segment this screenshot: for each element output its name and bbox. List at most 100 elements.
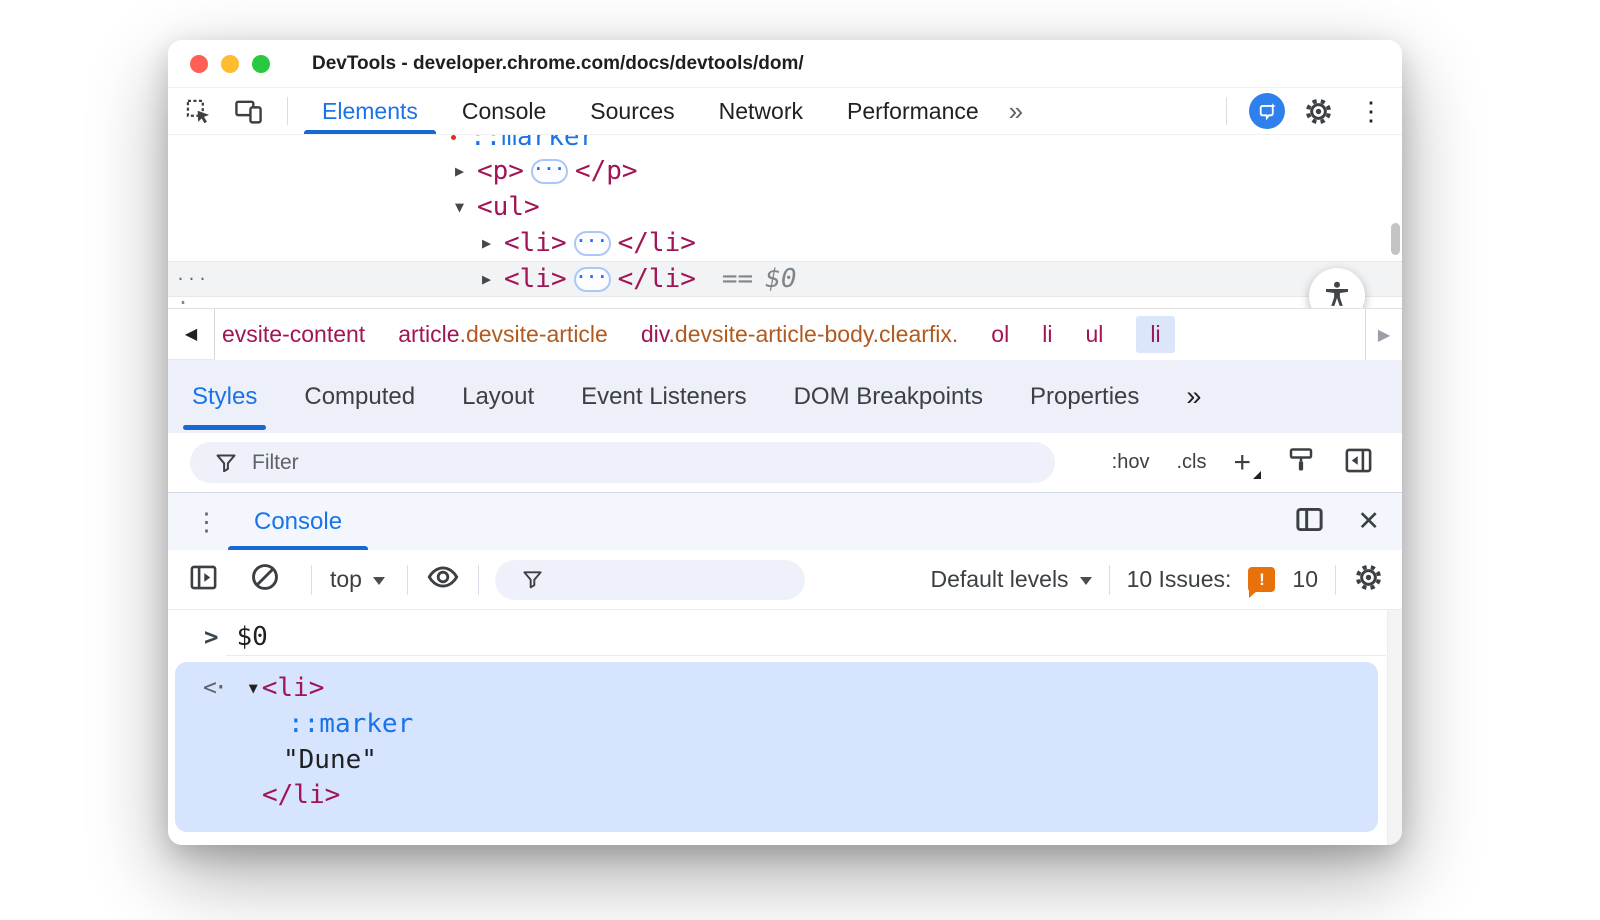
- breadcrumb: evsite-content article.devsite-article d…: [222, 309, 1362, 360]
- more-tabs-icon[interactable]: »: [1009, 96, 1021, 127]
- dom-node-p[interactable]: ▶ <p> ··· </p>: [168, 153, 1402, 189]
- toolbar-divider: [1335, 565, 1336, 595]
- issues-label[interactable]: 10 Issues:: [1127, 566, 1232, 593]
- toolbar-divider: [1226, 97, 1227, 125]
- dom-node-ul[interactable]: ▼ <ul>: [168, 189, 1402, 225]
- new-style-rule-button[interactable]: +: [1233, 448, 1259, 478]
- context-selector-dropdown[interactable]: top: [330, 566, 385, 593]
- split-panel-icon[interactable]: [1294, 504, 1325, 540]
- clear-console-icon[interactable]: [249, 561, 281, 598]
- expand-arrow-icon[interactable]: ▶: [455, 162, 477, 180]
- equals-sign: ==: [722, 264, 753, 294]
- dom-node-li-selected[interactable]: ··· ▶ <li> ··· </li> == $0: [168, 261, 1402, 297]
- console-drawer-header: ⋮ Console ✕: [168, 492, 1402, 550]
- rendering-brush-icon[interactable]: [1286, 445, 1316, 480]
- collapse-arrow-icon[interactable]: ▼: [249, 679, 258, 697]
- console-filter-field[interactable]: [495, 560, 805, 600]
- tab-sources[interactable]: Sources: [568, 88, 696, 134]
- forward-arrow-icon: ▶: [1378, 325, 1390, 345]
- crumb-div[interactable]: div.devsite-article-body.clearfix.: [641, 321, 958, 348]
- text-node: "Dune": [283, 745, 377, 775]
- tab-properties[interactable]: Properties: [1030, 360, 1139, 433]
- tab-performance[interactable]: Performance: [825, 88, 1001, 134]
- filter-funnel-icon: [521, 568, 544, 591]
- minimize-window-button[interactable]: [221, 55, 239, 73]
- console-sidebar-icon[interactable]: [188, 562, 219, 598]
- breadcrumb-forward-button[interactable]: ▶: [1365, 309, 1402, 360]
- element-classes-button[interactable]: .cls: [1176, 451, 1206, 474]
- dom-node-li-1[interactable]: ▶ <li> ··· </li>: [168, 225, 1402, 261]
- close-tag: </p>: [575, 156, 638, 186]
- crumb-ul[interactable]: ul: [1085, 321, 1103, 348]
- crumb-li[interactable]: li: [1042, 321, 1052, 348]
- tab-elements[interactable]: Elements: [300, 88, 440, 134]
- back-arrow-icon: ◀: [185, 324, 197, 344]
- close-tag: </li>: [618, 264, 696, 294]
- kebab-menu-icon[interactable]: ⋮: [1352, 98, 1390, 124]
- tab-dom-breakpoints[interactable]: DOM Breakpoints: [794, 360, 983, 433]
- zoom-window-button[interactable]: [252, 55, 270, 73]
- title-bar: DevTools - developer.chrome.com/docs/dev…: [168, 40, 1402, 88]
- expand-arrow-icon[interactable]: ▶: [482, 234, 504, 252]
- main-toolbar: Elements Console Sources Network Perform…: [168, 88, 1402, 135]
- settings-gear-icon[interactable]: [1303, 96, 1334, 127]
- tab-network[interactable]: Network: [697, 88, 825, 134]
- drawer-kebab-menu-icon[interactable]: ⋮: [194, 493, 219, 550]
- ai-assistant-icon[interactable]: [1249, 93, 1285, 129]
- styles-filter-row: :hov .cls +: [168, 433, 1402, 492]
- styles-filter-input[interactable]: [252, 451, 952, 475]
- collapse-arrow-icon[interactable]: ▼: [455, 198, 477, 216]
- log-levels-dropdown[interactable]: Default levels: [930, 566, 1091, 593]
- console-settings-gear-icon[interactable]: [1353, 562, 1384, 598]
- chevron-down-icon: [1080, 577, 1092, 585]
- inspect-element-icon[interactable]: [185, 98, 212, 125]
- issues-count[interactable]: 10: [1292, 566, 1318, 593]
- toolbar-divider: [407, 565, 408, 595]
- close-tag: </li>: [618, 228, 696, 258]
- live-expression-eye-icon[interactable]: [426, 560, 460, 599]
- open-tag: <li>: [262, 673, 325, 703]
- prompt-chevron-icon: >: [204, 623, 218, 651]
- console-result-highlighted[interactable]: <· ▼ <li> ::marker "Dune" </li>: [175, 662, 1378, 832]
- devtools-window: DevTools - developer.chrome.com/docs/dev…: [168, 40, 1402, 845]
- collapsed-content-icon[interactable]: ···: [574, 231, 611, 256]
- pseudo-state-button[interactable]: :hov: [1112, 451, 1150, 474]
- close-drawer-icon[interactable]: ✕: [1357, 508, 1380, 535]
- chevron-down-icon: [373, 577, 385, 585]
- gutter-ellipsis-icon[interactable]: ···: [176, 270, 209, 288]
- crumb-devsite-content[interactable]: evsite-content: [222, 321, 365, 348]
- tab-event-listeners[interactable]: Event Listeners: [581, 360, 746, 433]
- styles-filter-field[interactable]: [190, 442, 1055, 483]
- tab-computed[interactable]: Computed: [304, 360, 415, 433]
- collapsed-content-icon[interactable]: ···: [574, 267, 611, 292]
- styles-tab-bar: Styles Computed Layout Event Listeners D…: [168, 360, 1402, 433]
- console-scrollbar[interactable]: [1387, 610, 1402, 845]
- crumb-li-selected[interactable]: li: [1136, 316, 1174, 353]
- tab-layout[interactable]: Layout: [462, 360, 534, 433]
- elements-dom-tree: ::marker ▶ <p> ··· </p> ▼ <ul> ▶ <li> ··…: [168, 135, 1402, 308]
- drawer-tab-console[interactable]: Console: [228, 493, 368, 550]
- pseudo-marker-node[interactable]: ::marker: [288, 709, 413, 739]
- crumb-article[interactable]: article.devsite-article: [398, 321, 608, 348]
- accessibility-icon: [1322, 279, 1352, 308]
- device-toolbar-icon[interactable]: [234, 97, 263, 126]
- pseudo-marker-node[interactable]: ::marker: [470, 135, 595, 152]
- close-window-button[interactable]: [190, 55, 208, 73]
- toolbar-divider: [1109, 565, 1110, 595]
- tab-styles[interactable]: Styles: [192, 360, 257, 433]
- tab-console[interactable]: Console: [440, 88, 568, 134]
- echo-expression: $0: [236, 622, 267, 652]
- crumb-ol[interactable]: ol: [991, 321, 1009, 348]
- console-filter-input[interactable]: [554, 568, 784, 591]
- console-input-echo[interactable]: > $0: [168, 618, 1402, 656]
- dock-sidebar-icon[interactable]: [1343, 445, 1374, 481]
- issues-badge-icon[interactable]: !: [1248, 567, 1275, 592]
- collapsed-content-icon[interactable]: ···: [531, 159, 568, 184]
- vertical-scrollbar[interactable]: [1391, 223, 1400, 255]
- close-tag: </li>: [262, 780, 340, 810]
- breadcrumb-back-button[interactable]: ◀: [168, 309, 215, 360]
- expand-arrow-icon[interactable]: ▶: [482, 270, 504, 288]
- more-sidebar-tabs-icon[interactable]: »: [1186, 381, 1199, 412]
- toolbar-divider: [311, 565, 312, 595]
- open-tag: <ul>: [477, 192, 540, 222]
